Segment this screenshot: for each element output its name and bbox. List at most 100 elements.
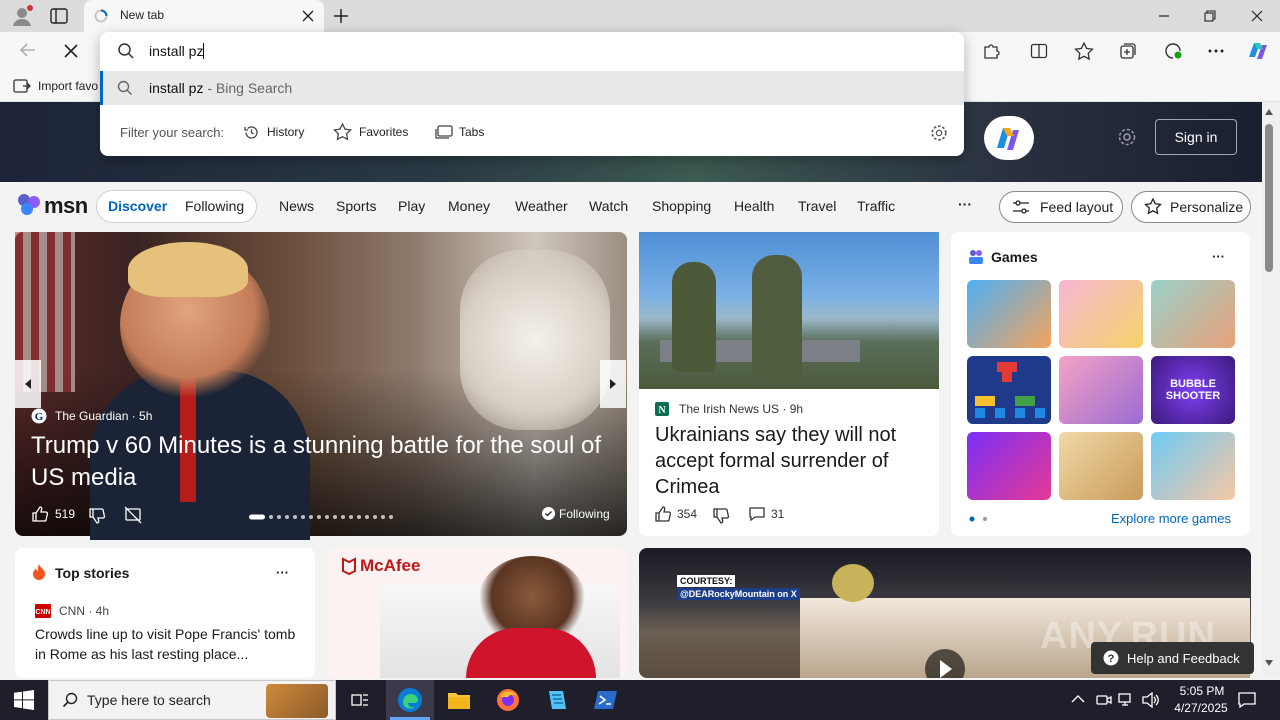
nav-health[interactable]: Health xyxy=(734,198,774,214)
minimize-icon[interactable] xyxy=(1141,0,1187,32)
notepad-icon[interactable] xyxy=(533,680,581,720)
nav-traffic[interactable]: Traffic xyxy=(857,198,895,214)
game-tile[interactable] xyxy=(967,280,1051,348)
feed-layout-button[interactable]: Feed layout xyxy=(999,191,1123,223)
nav-play[interactable]: Play xyxy=(398,198,425,214)
address-bar-input[interactable]: install pz xyxy=(149,43,203,59)
game-tile-bubble-shooter[interactable]: BUBBLE SHOOTER xyxy=(1151,356,1235,424)
browser-essentials-icon[interactable] xyxy=(1163,42,1183,60)
irish-like-count: 354 xyxy=(677,507,698,521)
meet-now-icon[interactable] xyxy=(1096,692,1112,708)
chevron-right-icon xyxy=(610,379,616,389)
help-icon: ? xyxy=(1103,650,1119,666)
msn-logo-text[interactable]: msn xyxy=(44,193,88,219)
dislike-icon[interactable] xyxy=(712,507,730,525)
edge-taskbar-icon[interactable] xyxy=(386,680,434,720)
game-tile[interactable] xyxy=(1059,432,1143,500)
irish-news-headline[interactable]: Ukrainians say they will not accept form… xyxy=(655,422,925,500)
network-icon[interactable] xyxy=(1118,692,1136,708)
import-favorites-link[interactable]: Import favo xyxy=(38,79,98,93)
new-tab-icon[interactable] xyxy=(332,7,350,25)
top-stories-more-button[interactable]: ··· xyxy=(276,565,289,580)
filter-tabs[interactable]: Tabs xyxy=(459,125,484,139)
taskbar-clock-date[interactable]: 4/27/2025 xyxy=(1168,701,1234,715)
filter-favorites[interactable]: Favorites xyxy=(359,125,408,139)
hero-image-second-figure xyxy=(460,250,610,430)
nav-travel[interactable]: Travel xyxy=(798,198,836,214)
like-icon[interactable] xyxy=(31,505,49,523)
game-tile[interactable] xyxy=(1151,280,1235,348)
irish-news-source[interactable]: The Irish News US · 9h xyxy=(679,402,803,416)
scrollbar-thumb[interactable] xyxy=(1265,124,1273,272)
hero-headline[interactable]: Trump v 60 Minutes is a stunning battle … xyxy=(31,430,611,494)
irish-image-soldier xyxy=(672,262,716,372)
hero-like-count: 519 xyxy=(55,507,76,521)
top-stories-source[interactable]: CNN · 4h xyxy=(59,604,109,618)
collections-icon[interactable] xyxy=(1119,42,1137,60)
game-tile[interactable] xyxy=(1059,356,1143,424)
personalize-icon xyxy=(1144,198,1162,215)
msn-logo-icon[interactable] xyxy=(16,192,42,216)
comment-icon[interactable] xyxy=(748,506,766,522)
explore-more-games-link[interactable]: Explore more games xyxy=(1111,511,1231,526)
nav-money[interactable]: Money xyxy=(448,198,490,214)
extensions-icon[interactable] xyxy=(982,42,1000,60)
hero-following-label[interactable]: Following xyxy=(559,507,610,521)
segment-following[interactable]: Following xyxy=(185,198,244,214)
copilot-button[interactable] xyxy=(984,116,1034,160)
carousel-pagination-dots[interactable] xyxy=(249,514,399,520)
games-title[interactable]: Games xyxy=(991,249,1038,265)
game-tile[interactable] xyxy=(967,432,1051,500)
task-view-icon[interactable] xyxy=(336,680,384,720)
taskbar-clock-time[interactable]: 5:05 PM xyxy=(1174,684,1230,698)
windows-start-icon[interactable] xyxy=(14,690,34,710)
top-stories-headline[interactable]: Crowds line up to visit Pope Francis' to… xyxy=(35,624,300,664)
nav-more-button[interactable]: ··· xyxy=(958,196,972,212)
profile-icon[interactable] xyxy=(10,4,34,28)
powershell-icon[interactable] xyxy=(582,680,630,720)
dislike-icon[interactable] xyxy=(88,507,106,525)
carousel-next-button[interactable] xyxy=(600,360,626,408)
nav-watch[interactable]: Watch xyxy=(589,198,628,214)
more-menu-icon[interactable] xyxy=(1207,48,1225,54)
tab-actions-icon[interactable] xyxy=(50,8,68,24)
sign-in-button[interactable]: Sign in xyxy=(1155,119,1237,155)
game-tile[interactable] xyxy=(1151,432,1235,500)
nav-sports[interactable]: Sports xyxy=(336,198,376,214)
firefox-icon[interactable] xyxy=(484,680,532,720)
notifications-icon[interactable] xyxy=(1238,691,1256,709)
top-stories-title[interactable]: Top stories xyxy=(55,565,129,581)
segment-discover[interactable]: Discover xyxy=(108,198,167,214)
volume-icon[interactable] xyxy=(1142,692,1160,708)
carousel-prev-button[interactable] xyxy=(15,360,41,408)
search-highlight-image[interactable] xyxy=(266,684,328,718)
nav-news[interactable]: News xyxy=(279,198,314,214)
scroll-up-arrow-icon[interactable] xyxy=(1264,108,1274,116)
close-tab-icon[interactable] xyxy=(301,9,315,23)
filter-history[interactable]: History xyxy=(267,125,304,139)
scroll-down-arrow-icon[interactable] xyxy=(1264,659,1274,667)
favorites-star-icon[interactable] xyxy=(1074,42,1094,60)
video-play-icon[interactable] xyxy=(924,648,966,678)
games-more-button[interactable]: ··· xyxy=(1212,249,1225,264)
copilot-icon[interactable] xyxy=(1245,39,1271,63)
nav-weather[interactable]: Weather xyxy=(515,198,568,214)
file-explorer-icon[interactable] xyxy=(435,680,483,720)
back-icon[interactable] xyxy=(19,42,37,58)
stop-loading-icon[interactable] xyxy=(64,44,78,58)
split-screen-icon[interactable] xyxy=(1030,42,1048,60)
games-pagination-dots[interactable] xyxy=(969,516,991,522)
personalize-button[interactable]: Personalize xyxy=(1131,191,1251,223)
hide-story-icon[interactable] xyxy=(124,506,142,524)
msn-settings-icon[interactable] xyxy=(1117,127,1137,147)
hero-source[interactable]: The Guardian · 5h xyxy=(55,409,152,423)
like-icon[interactable] xyxy=(654,505,672,523)
game-tile[interactable] xyxy=(967,356,1051,424)
suggestion-search-icon xyxy=(117,80,133,96)
search-settings-gear-icon[interactable] xyxy=(930,124,948,142)
restore-icon[interactable] xyxy=(1187,0,1233,32)
show-hidden-icons-chevron-icon[interactable] xyxy=(1071,694,1085,704)
game-tile[interactable] xyxy=(1059,280,1143,348)
nav-shopping[interactable]: Shopping xyxy=(652,198,711,214)
close-window-icon[interactable] xyxy=(1234,0,1280,32)
